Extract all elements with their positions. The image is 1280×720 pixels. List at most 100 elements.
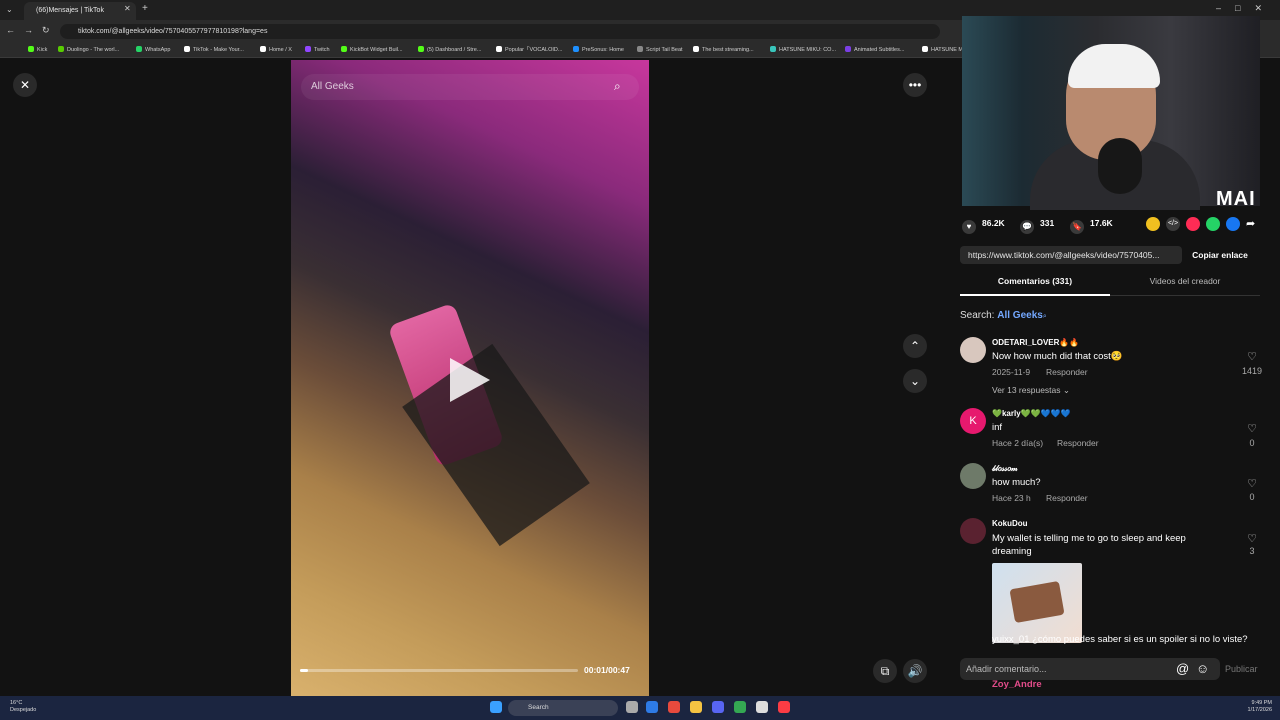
windows-start-icon[interactable] (490, 701, 502, 713)
new-tab-icon[interactable]: + (142, 3, 148, 14)
bookmark-item[interactable]: Kick (28, 42, 47, 58)
send-icon[interactable] (1186, 217, 1200, 231)
likes-count: 86.2K (982, 218, 1005, 228)
system-clock[interactable]: 9:49 PM 1/17/2026 (1226, 700, 1272, 714)
bookmark-favicon-icon (770, 46, 776, 52)
bookmark-item[interactable]: Popular「VOCALOID... (496, 42, 562, 58)
bookmark-label: Script Tail Beat (646, 47, 683, 53)
nav-buttons[interactable]: ←→↻ (6, 25, 59, 36)
likes-stat[interactable]: ♥ 86.2K (962, 218, 1005, 234)
bookmark-favicon-icon (418, 46, 424, 52)
volume-icon[interactable]: 🔊 (903, 659, 927, 683)
avatar[interactable] (960, 518, 986, 544)
reply-button[interactable]: Responder (1046, 493, 1088, 503)
avatar[interactable]: K (960, 408, 986, 434)
related-search[interactable]: Search: All Geeks⌕ (960, 310, 1047, 321)
weather-widget[interactable]: 16°C Despejado (10, 700, 36, 714)
previous-video-button[interactable]: ⌃ (903, 334, 927, 358)
search-small-icon: ⌕ (1042, 313, 1047, 320)
video-search-input[interactable]: All Geeks (301, 74, 639, 100)
publish-button[interactable]: Publicar (1225, 664, 1258, 674)
bookmark-item[interactable]: Duolingo - The worl... (58, 42, 119, 58)
bookmark-item[interactable]: Home / X (260, 42, 292, 58)
url-field[interactable]: tiktok.com/@allgeeks/video/7570405577977… (60, 24, 940, 39)
video-link-field[interactable]: https://www.tiktok.com/@allgeeks/video/7… (960, 246, 1182, 264)
comment-username[interactable]: 💚karly💚💚💙💙💙 (992, 409, 1070, 418)
view-replies-button[interactable]: Ver 13 respuestas ⌄ (992, 385, 1070, 396)
comment-username[interactable]: KokuDou (992, 519, 1028, 528)
emoji-icon[interactable]: ☺ (1196, 661, 1209, 676)
bookmark-item[interactable]: KickBot Widget Buil... (341, 42, 403, 58)
bookmark-item[interactable]: (5) Dashboard / Stre... (418, 42, 481, 58)
related-search-term: All Geeks (997, 310, 1043, 321)
bookmark-item[interactable]: The best streaming... (693, 42, 754, 58)
like-heart-icon[interactable]: ♡ (1241, 350, 1263, 363)
related-search-prefix: Search: (960, 310, 995, 321)
whatsapp-icon[interactable] (1206, 217, 1220, 231)
pip-icon[interactable]: ⧉ (873, 659, 897, 683)
embed-icon[interactable]: </> (1166, 217, 1180, 231)
music-icon[interactable] (778, 701, 790, 713)
bookmark-favicon-icon (305, 46, 311, 52)
chatgpt-icon[interactable] (756, 701, 768, 713)
bookmark-item[interactable]: Animated Subtitles... (845, 42, 904, 58)
facebook-icon[interactable] (1226, 217, 1240, 231)
progress-fill (300, 669, 309, 672)
comment-username[interactable]: ODETARI_LOVER🔥🔥 (992, 338, 1079, 347)
tab-list-icon[interactable]: ⌄ (6, 5, 13, 14)
like-heart-icon[interactable]: ♡ (1241, 422, 1263, 435)
tab-comments[interactable]: Comentarios (331) (960, 276, 1110, 296)
tab-creator-videos[interactable]: Videos del creador (1110, 276, 1260, 296)
bookmark-label: Twitch (314, 47, 330, 53)
edge-icon[interactable] (646, 701, 658, 713)
task-view-icon[interactable] (626, 701, 638, 713)
avatar[interactable] (960, 463, 986, 489)
close-video-button[interactable]: ✕ (13, 73, 37, 97)
bookmark-item[interactable]: WhatsApp (136, 42, 170, 58)
webcam-logo-text: MAI (1216, 188, 1256, 210)
bookmark-item[interactable]: Script Tail Beat (637, 42, 683, 58)
close-tab-icon[interactable]: ✕ (124, 4, 131, 13)
url-text: tiktok.com/@allgeeks/video/7570405577977… (78, 28, 268, 35)
reply-button[interactable]: Responder (1057, 438, 1099, 448)
file-explorer-icon[interactable] (690, 701, 702, 713)
avatar[interactable] (960, 337, 986, 363)
reply-button[interactable]: Responder (1046, 367, 1088, 377)
video-progress-bar[interactable] (300, 669, 578, 672)
bookmark-favicon-icon (136, 46, 142, 52)
like-heart-icon[interactable]: ♡ (1241, 477, 1263, 490)
comments-stat[interactable]: 💬 331 (1020, 218, 1054, 234)
discord-icon[interactable] (712, 701, 724, 713)
clock-date: 1/17/2026 (1247, 707, 1272, 713)
bookmark-item[interactable]: PreSonus: Home (573, 42, 624, 58)
like-count: 0 (1249, 492, 1255, 502)
bookmark-item[interactable]: TikTok - Make Your... (184, 42, 244, 58)
browser-tab[interactable]: (66)Mensajes | TikTok (24, 2, 136, 20)
bookmark-favicon-icon (922, 46, 928, 52)
chrome-icon[interactable] (734, 701, 746, 713)
mention-icon[interactable]: @ (1176, 661, 1189, 676)
saves-stat[interactable]: 🔖 17.6K (1070, 218, 1113, 234)
window-controls[interactable]: –□✕ (1216, 3, 1276, 14)
taskbar (0, 696, 1280, 720)
comment-date: 2025-11-9 (992, 367, 1031, 377)
play-icon[interactable] (450, 358, 490, 402)
bookmark-favicon-icon (693, 46, 699, 52)
taskbar-search[interactable]: Search (508, 700, 618, 716)
repost-icon[interactable] (1146, 217, 1160, 231)
bookmark-favicon-icon (496, 46, 502, 52)
like-heart-icon[interactable]: ♡ (1241, 532, 1263, 545)
comment-username[interactable]: 𝒷𝓁𝑜𝓈𝓈𝑜𝓂 (992, 464, 1018, 474)
share-arrow-icon[interactable]: ➦ (1246, 217, 1255, 230)
bookmark-item[interactable]: HATSUNE M (922, 42, 963, 58)
copy-link-button[interactable]: Copiar enlace (1184, 246, 1256, 264)
bookmark-item[interactable]: Twitch (305, 42, 330, 58)
app-icon[interactable] (668, 701, 680, 713)
bookmark-item[interactable]: HATSUNE MIKU: CO... (770, 42, 836, 58)
search-icon[interactable]: ⌕ (614, 79, 621, 94)
more-options-icon[interactable]: ••• (903, 73, 927, 97)
bookmark-favicon-icon (28, 46, 34, 52)
bookmark-label: TikTok - Make Your... (193, 47, 244, 53)
bookmark-favicon-icon (58, 46, 64, 52)
next-video-button[interactable]: ⌄ (903, 369, 927, 393)
